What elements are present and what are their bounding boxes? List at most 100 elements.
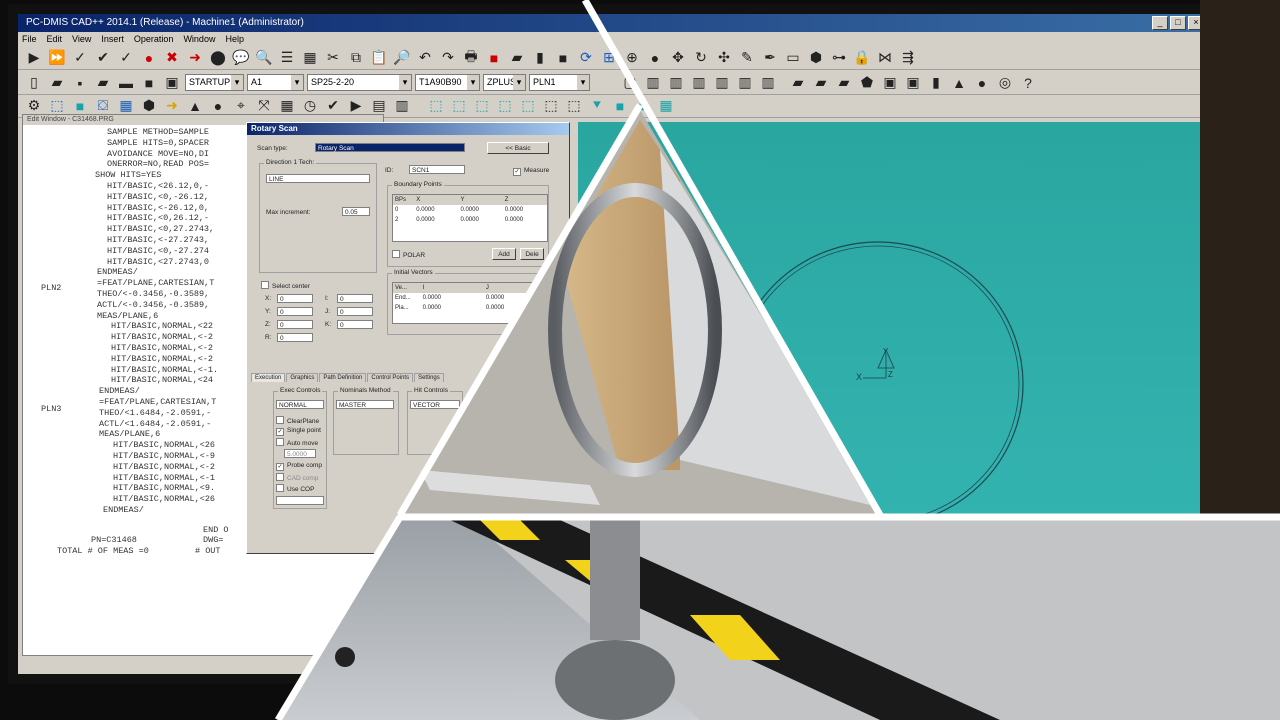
cell-icon[interactable]: ▦ <box>277 96 297 116</box>
drop-icon[interactable]: ▲ <box>949 73 969 93</box>
line-icon[interactable]: ▰ <box>788 73 808 93</box>
axis-icon[interactable]: ⤧ <box>254 96 274 116</box>
minimize-button[interactable]: _ <box>1152 16 1168 30</box>
hit-type-select[interactable]: VECTOR <box>410 400 460 409</box>
find-icon[interactable]: 🔎 <box>392 48 412 68</box>
view-back-icon[interactable]: ⬚ <box>449 96 469 116</box>
probe-icon[interactable]: ⛋ <box>93 96 113 116</box>
split5-icon[interactable]: ▥ <box>735 73 755 93</box>
maximize-button[interactable]: □ <box>1170 16 1186 30</box>
boundary-points-table[interactable]: BPs X Y Z 0 0.0000 0.0000 0.0000 2 0.0000 0.0000 0.… <box>392 194 548 242</box>
cube-icon[interactable]: ⬚ <box>47 96 67 116</box>
network-icon[interactable]: ⊶ <box>829 48 849 68</box>
color-icon[interactable]: ■ <box>484 48 504 68</box>
mesh-icon[interactable]: ▦ <box>656 96 676 116</box>
tree-icon[interactable]: ⋈ <box>875 48 895 68</box>
table-row[interactable]: 2 0.0000 0.0000 0.0000 <box>393 215 547 225</box>
close-button[interactable]: × <box>1188 16 1204 30</box>
split-icon[interactable]: ▥ <box>643 73 663 93</box>
menu-window[interactable]: Window <box>183 32 215 46</box>
lock-icon[interactable]: 🔒 <box>852 48 872 68</box>
coord-input[interactable]: 0 <box>277 333 313 342</box>
play-icon[interactable]: ▶ <box>24 48 44 68</box>
coord-input[interactable]: 0 <box>277 307 313 316</box>
move-icon[interactable]: ✥ <box>668 48 688 68</box>
probe-tip-icon[interactable]: ⯆ <box>587 96 607 116</box>
tab-graphics[interactable]: Graphics <box>286 373 319 382</box>
run-icon[interactable]: ▶ <box>346 96 366 116</box>
split2-icon[interactable]: ▥ <box>666 73 686 93</box>
tab-path-definition[interactable]: Path Definition <box>319 373 367 382</box>
view-bottom-icon[interactable]: ⬚ <box>495 96 515 116</box>
search-icon[interactable]: 🔍 <box>254 48 274 68</box>
initial-vectors-table[interactable]: Ve... I J End... 0.0000 0.0000 Pla... 0.0000 0.0… <box>392 282 548 324</box>
hexagon-icon[interactable]: ⬢ <box>806 48 826 68</box>
list-icon[interactable]: ☰ <box>277 48 297 68</box>
clock-icon[interactable]: ◷ <box>300 96 320 116</box>
cone-icon[interactable]: ⬟ <box>857 73 877 93</box>
plane-select[interactable]: PLN1 <box>529 74 590 91</box>
globe-icon[interactable]: ⊕ <box>622 48 642 68</box>
menu-operation[interactable]: Operation <box>134 32 174 46</box>
split4-icon[interactable]: ▥ <box>712 73 732 93</box>
stack-icon[interactable]: ▬ <box>116 73 136 93</box>
table-row[interactable]: End... 0.0000 0.0000 <box>393 293 547 303</box>
ring-icon[interactable]: ◎ <box>995 73 1015 93</box>
square2-icon[interactable]: ▣ <box>903 73 923 93</box>
window-icon[interactable]: ▣ <box>162 73 182 93</box>
direction-select[interactable]: LINE <box>266 174 370 183</box>
refresh-icon[interactable]: ⟳ <box>576 48 596 68</box>
scan-icon[interactable]: ▤ <box>369 96 389 116</box>
view-iso-icon[interactable]: ⬚ <box>541 96 561 116</box>
paste-icon[interactable]: 📋 <box>369 48 389 68</box>
menu-view[interactable]: View <box>72 32 91 46</box>
folder-icon[interactable]: ▰ <box>507 48 527 68</box>
delete-button[interactable]: Dele <box>520 248 544 260</box>
slot-icon[interactable]: ▰ <box>811 73 831 93</box>
undo-icon[interactable]: ↶ <box>415 48 435 68</box>
startup-select[interactable]: STARTUP <box>185 74 244 91</box>
auto-move-distance[interactable]: 5.0000 <box>284 449 316 458</box>
hexagon2-icon[interactable]: ⬢ <box>139 96 159 116</box>
check2-icon[interactable]: ✔ <box>323 96 343 116</box>
rotate-icon[interactable]: ↻ <box>691 48 711 68</box>
menu-file[interactable]: File <box>22 32 37 46</box>
table-row[interactable]: Pla... 0.0000 0.0000 <box>393 303 547 313</box>
measure-checkbox[interactable]: Measure <box>513 167 549 176</box>
workplane-select[interactable]: ZPLUS <box>483 74 526 91</box>
cylinder-icon[interactable]: ▮ <box>926 73 946 93</box>
plane-icon[interactable]: ▰ <box>834 73 854 93</box>
tab-control-points[interactable]: Control Points <box>367 373 414 382</box>
exec-mode-select[interactable]: NORMAL <box>276 400 324 409</box>
chat-icon[interactable]: 💬 <box>231 48 251 68</box>
pencil-icon[interactable]: ✎ <box>737 48 757 68</box>
view-left-icon[interactable]: ⬚ <box>518 96 538 116</box>
square-feature-icon[interactable]: ▣ <box>880 73 900 93</box>
view-right-icon[interactable]: ⬚ <box>564 96 584 116</box>
new-file-icon[interactable]: ▯ <box>24 73 44 93</box>
menu-edit[interactable]: Edit <box>47 32 63 46</box>
view-icon[interactable]: ▥ <box>392 96 412 116</box>
tab-settings[interactable]: Settings <box>414 373 444 382</box>
vector-input[interactable]: 0 <box>337 320 373 329</box>
cut-icon[interactable]: ✂ <box>323 48 343 68</box>
triangle-icon[interactable]: ▲ <box>185 96 205 116</box>
table-row[interactable]: 0 0.0000 0.0000 0.0000 <box>393 205 547 215</box>
gear-icon[interactable]: ⚙ <box>24 96 44 116</box>
vector-input[interactable]: 0 <box>337 294 373 303</box>
copy-icon[interactable]: ⧉ <box>346 48 366 68</box>
record-icon[interactable]: ● <box>139 48 159 68</box>
menu-help[interactable]: Help <box>225 32 244 46</box>
solid-cube-icon[interactable]: ■ <box>70 96 90 116</box>
check-icon[interactable]: ✓ <box>70 48 90 68</box>
cad-comp-checkbox[interactable]: CAD comp <box>276 473 318 482</box>
check-partial-icon[interactable]: ✓ <box>116 48 136 68</box>
square-icon[interactable]: ■ <box>553 48 573 68</box>
page-icon[interactable]: ▮ <box>530 48 550 68</box>
solid-view-icon[interactable]: ■ <box>610 96 630 116</box>
vector-input[interactable]: 0 <box>337 307 373 316</box>
fast-forward-icon[interactable]: ⏩ <box>47 48 67 68</box>
stop-icon[interactable]: ✖ <box>162 48 182 68</box>
sphere-icon[interactable]: ● <box>645 48 665 68</box>
scan-type-select[interactable]: Rotary Scan <box>315 143 465 152</box>
